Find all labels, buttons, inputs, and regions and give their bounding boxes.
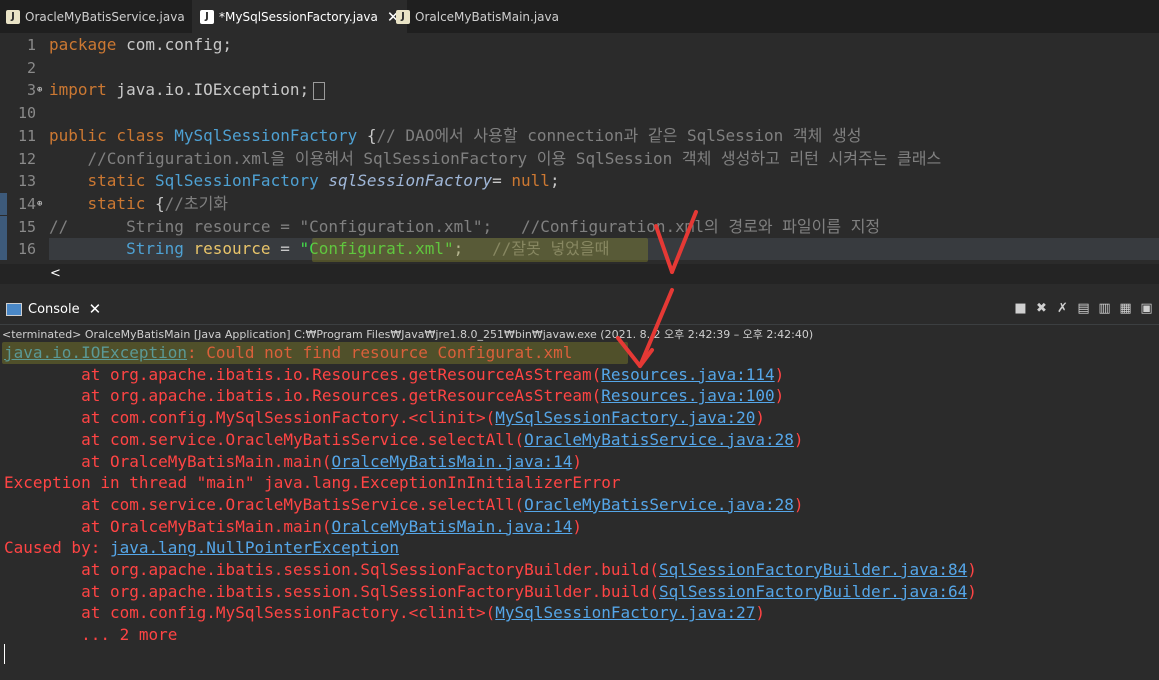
red-arrow-annotation — [616, 210, 698, 368]
